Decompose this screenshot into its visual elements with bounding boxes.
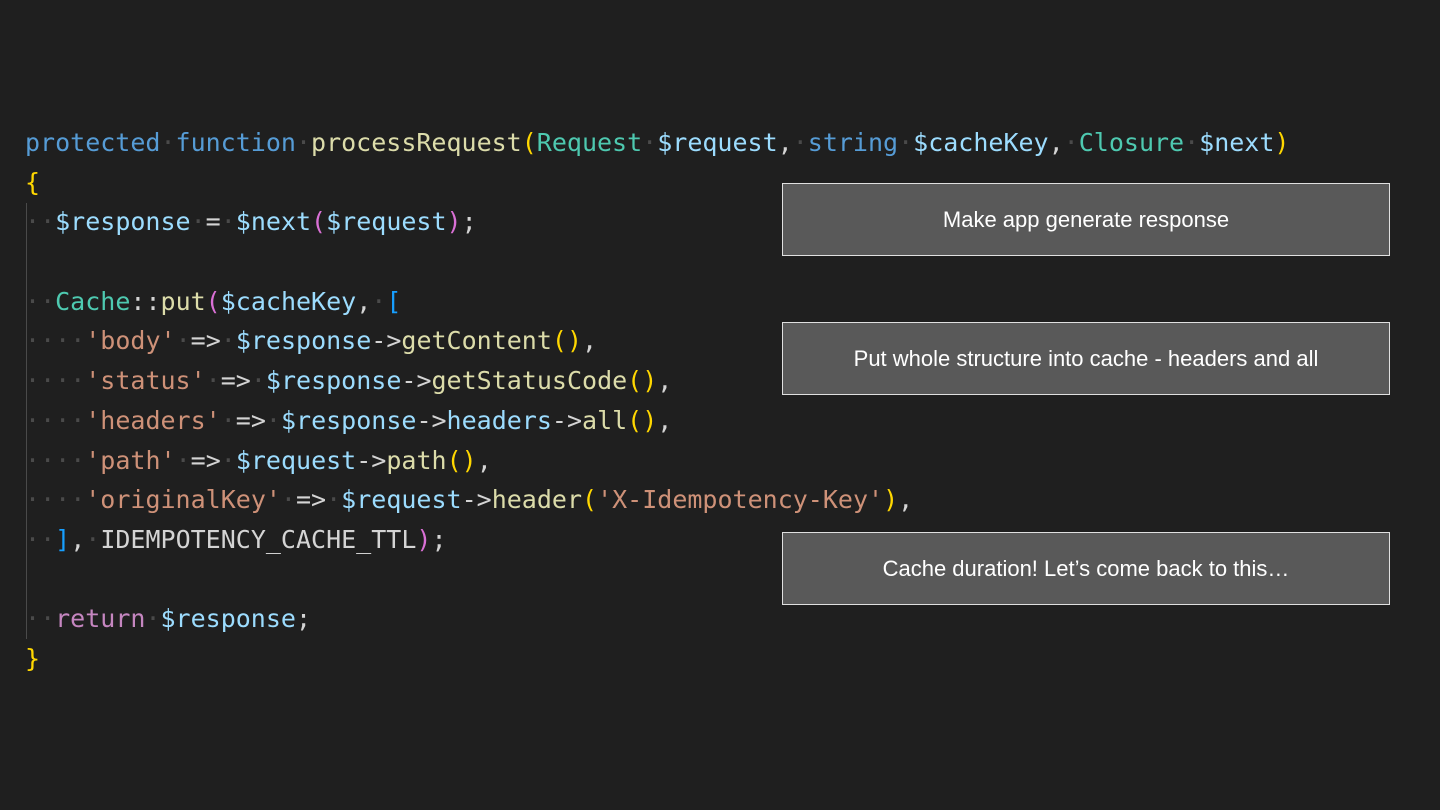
annotation-generate-response: Make app generate response xyxy=(782,183,1390,256)
code-line: ··Cache::put($cacheKey,·[ xyxy=(25,286,402,316)
annotation-put-into-cache: Put whole structure into cache - headers… xyxy=(782,322,1390,395)
annotation-cache-duration: Cache duration! Let’s come back to this… xyxy=(782,532,1390,605)
code-line: } xyxy=(25,643,41,673)
slide: protected·function·processRequest(Reques… xyxy=(0,0,1440,810)
code-line: ····'headers'·=>·$response->headers->all… xyxy=(25,405,673,435)
code-line: ····'path'·=>·$request->path(), xyxy=(25,445,492,475)
code-line: protected·function·processRequest(Reques… xyxy=(25,128,1290,157)
code-line: ··return·$response; xyxy=(25,604,312,634)
code-line: ····'originalKey'·=>·$request->header('X… xyxy=(25,485,914,515)
